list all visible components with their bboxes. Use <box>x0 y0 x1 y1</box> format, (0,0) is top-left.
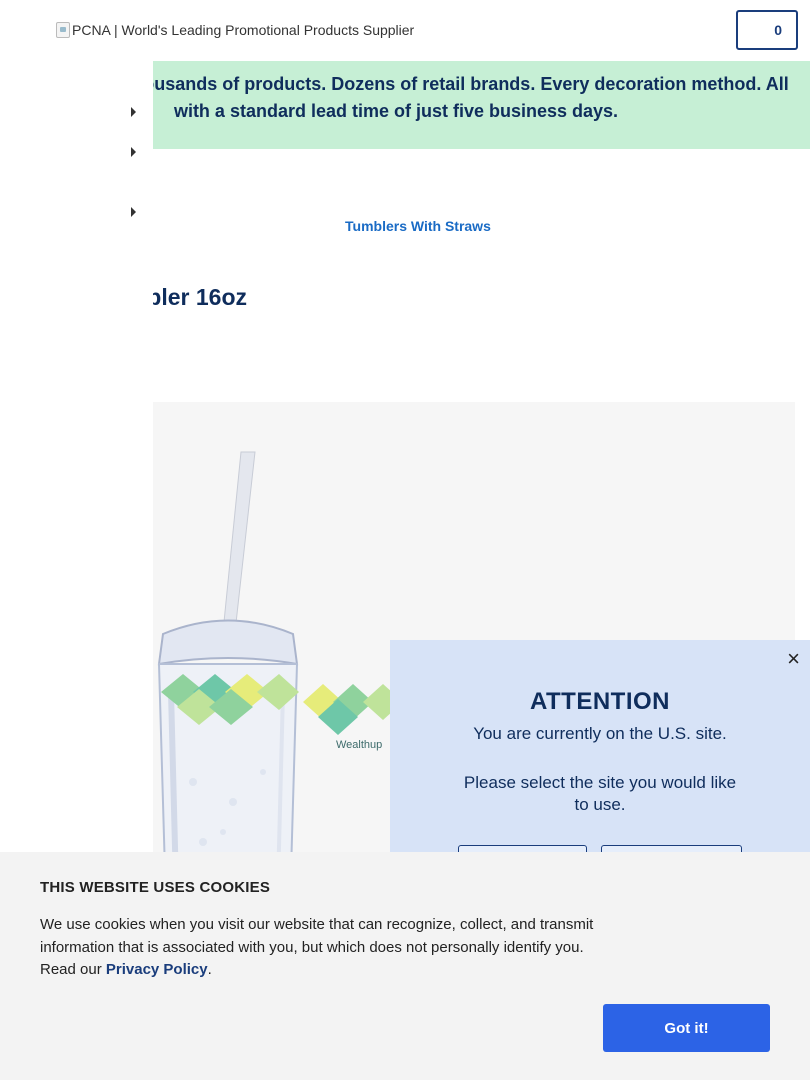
popup-prompt: Please select the site you would like to… <box>463 773 737 814</box>
breadcrumb-link[interactable]: Tumblers With Straws <box>345 218 491 234</box>
cookie-text: We use cookies when you visit our websit… <box>40 914 600 982</box>
cookie-heading: THIS WEBSITE USES COOKIES <box>40 879 271 896</box>
cart-count: 0 <box>774 22 782 38</box>
cookie-banner: THIS WEBSITE USES COOKIES We use cookies… <box>0 852 810 1080</box>
close-icon[interactable]: × <box>787 646 800 672</box>
popup-message: You are currently on the U.S. site. <box>473 724 727 743</box>
imprint-text: Wealthup <box>336 739 382 751</box>
privacy-policy-link[interactable]: Privacy Policy <box>106 961 208 978</box>
cookie-body-end: . <box>207 961 212 978</box>
sidebar-expand-arrow-icon[interactable] <box>131 107 136 117</box>
cart-button[interactable]: 0 <box>736 10 798 50</box>
site-logo[interactable]: PCNA | World's Leading Promotional Produ… <box>56 22 414 38</box>
sidebar-expand-arrow-icon[interactable] <box>131 147 136 157</box>
site-header: PCNA | World's Leading Promotional Produ… <box>0 0 810 61</box>
accept-cookies-button[interactable]: Got it! <box>603 1004 770 1052</box>
logo-alt-text: PCNA | World's Leading Promotional Produ… <box>72 22 415 38</box>
sidebar-expand-arrow-icon[interactable] <box>131 207 136 217</box>
popup-title: ATTENTION <box>529 688 671 715</box>
broken-image-icon <box>56 22 70 38</box>
